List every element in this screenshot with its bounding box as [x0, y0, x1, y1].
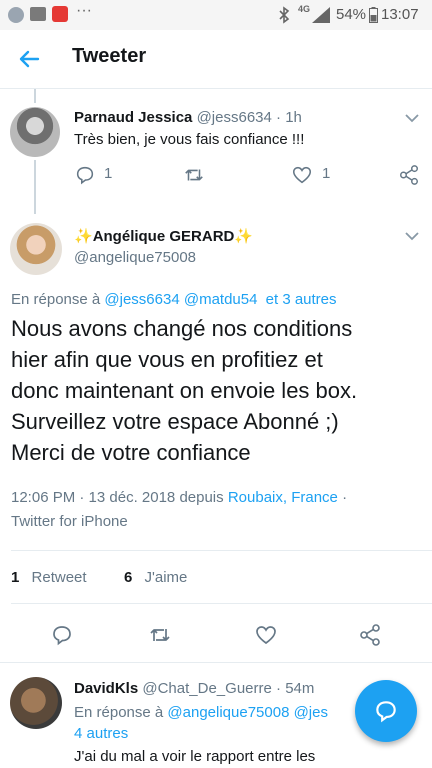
separator: · — [276, 680, 282, 697]
retweet-icon[interactable] — [148, 623, 172, 647]
more-mentions-link[interactable]: et 3 autres — [266, 291, 337, 308]
app-notification-icon — [8, 7, 24, 23]
tweet-text-line: hier afin que vous en profitiez et — [11, 347, 323, 372]
retweet-icon[interactable] — [183, 164, 205, 186]
tweet-body: Nous avons changé nos conditions hier af… — [11, 313, 426, 468]
chevron-down-icon[interactable] — [404, 113, 420, 123]
tweet-time: 54m — [285, 680, 315, 697]
tweet-text-line: Merci de votre confiance — [11, 440, 251, 465]
divider — [11, 550, 432, 551]
divider — [11, 603, 432, 604]
timestamp: 12:06 PM · 13 déc. 2018 depuis — [11, 489, 224, 506]
like-label: J'aime — [144, 569, 188, 586]
tweet-text-line: Surveillez votre espace Abonné ;) — [11, 409, 339, 434]
page-title: Tweeter — [72, 45, 147, 67]
separator: · — [342, 489, 348, 506]
mention-link[interactable]: @jes — [294, 704, 328, 721]
author-name[interactable]: Angélique GERARD — [93, 228, 235, 245]
author-handle[interactable]: @jess6634 — [197, 109, 272, 126]
author-name[interactable]: Parnaud Jessica — [74, 109, 192, 126]
sparkles-icon: ✨ — [74, 228, 93, 245]
share-icon[interactable] — [358, 623, 382, 647]
back-button[interactable] — [14, 44, 44, 74]
reply-icon[interactable] — [50, 623, 74, 647]
avatar[interactable] — [10, 107, 60, 157]
mention-link[interactable]: @angelique75008 — [167, 704, 289, 721]
reply-context: En réponse à @jess6634 @matdu54 et 3 aut… — [11, 291, 337, 308]
reply-count: 1 — [104, 165, 113, 182]
status-bar: ··· 4G 54% 13:07 — [0, 0, 432, 30]
compose-reply-icon — [376, 701, 396, 723]
network-type: 4G — [298, 4, 311, 14]
battery-icon — [369, 7, 378, 23]
tweet-text: Très bien, je vous fais confiance !!! — [74, 131, 305, 148]
more-dots-icon: ··· — [76, 2, 92, 19]
sparkles-icon: ✨ — [234, 228, 254, 245]
bluetooth-icon — [279, 6, 290, 24]
separator: · — [276, 109, 282, 126]
app-badge-icon — [52, 6, 68, 22]
like-count: 1 — [322, 165, 331, 182]
heart-icon[interactable] — [291, 164, 313, 186]
battery-percent: 54% — [336, 6, 367, 23]
avatar[interactable] — [10, 677, 62, 729]
reply-to-label: En réponse à — [11, 291, 101, 308]
author-name[interactable]: DavidKls — [74, 680, 138, 697]
tweet-time: 1h — [285, 109, 302, 126]
heart-icon[interactable] — [254, 623, 278, 647]
chevron-down-icon[interactable] — [404, 231, 420, 241]
location-link[interactable]: Roubaix, France — [228, 489, 338, 506]
message-icon — [30, 7, 46, 21]
reply-context: En réponse à @angelique75008 @jes — [74, 704, 328, 721]
tweet-meta: 12:06 PM · 13 déc. 2018 depuis Roubaix, … — [11, 489, 347, 506]
reply-to-label: En réponse à — [74, 704, 164, 721]
mention-link[interactable]: @matdu54 — [184, 291, 258, 308]
tweet-text-line: Nous avons changé nos conditions — [11, 316, 353, 341]
retweet-stat[interactable]: 1 Retweet — [11, 569, 87, 586]
author-handle[interactable]: @angelique75008 — [74, 249, 196, 266]
client-name: Twitter for iPhone — [11, 513, 128, 530]
app-header: Tweeter — [0, 30, 432, 89]
retweet-label: Retweet — [31, 569, 87, 586]
author-handle[interactable]: @Chat_De_Guerre — [142, 680, 271, 697]
retweet-count: 1 — [11, 569, 20, 586]
tweet-text: J'ai du mal a voir le rapport entre les — [74, 748, 316, 765]
avatar[interactable] — [10, 223, 62, 275]
reply-icon[interactable] — [74, 164, 96, 186]
mention-link[interactable]: @jess6634 — [104, 291, 179, 308]
like-stat[interactable]: 6 J'aime — [124, 569, 187, 586]
share-icon[interactable] — [398, 164, 420, 186]
signal-icon — [312, 7, 330, 23]
more-mentions-link[interactable]: 4 autres — [74, 725, 128, 742]
main-tweet: ✨Angélique GERARD✨ @angelique75008 En ré… — [0, 203, 432, 653]
reply-tweet[interactable]: Parnaud Jessica @jess6634 · 1h Très bien… — [0, 89, 432, 202]
clock: 13:07 — [381, 6, 419, 23]
author-name-row[interactable]: ✨Angélique GERARD✨ — [74, 227, 253, 246]
like-count: 6 — [124, 569, 133, 586]
tweet-text-line: donc maintenant on envoie les box. — [11, 378, 358, 403]
arrow-left-icon — [19, 50, 40, 68]
compose-reply-button[interactable] — [355, 680, 417, 742]
